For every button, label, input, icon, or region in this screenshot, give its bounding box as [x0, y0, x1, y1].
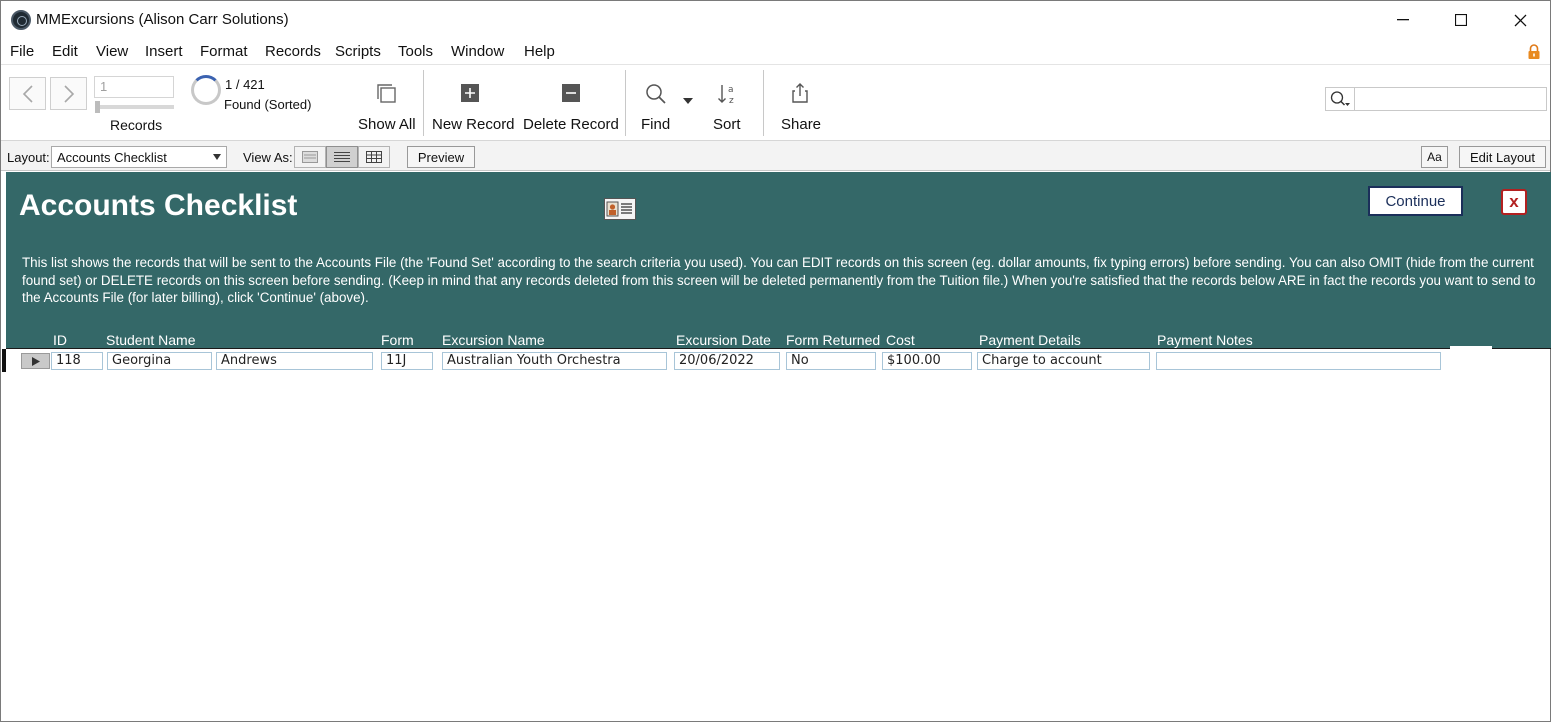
- column-header-student-name: Student Name: [106, 332, 196, 348]
- maximize-icon: [1455, 14, 1467, 26]
- view-as-form-button[interactable]: [294, 146, 326, 168]
- row-tab: [1450, 346, 1492, 349]
- field-payment-details[interactable]: Charge to account: [977, 352, 1150, 370]
- menu-edit[interactable]: Edit: [52, 43, 78, 60]
- toolbar-divider: [763, 70, 764, 136]
- column-header-excursion-name: Excursion Name: [442, 332, 545, 348]
- field-first-name[interactable]: Georgina: [107, 352, 212, 370]
- contact-card-icon[interactable]: [604, 198, 636, 220]
- active-record-indicator: [2, 349, 6, 372]
- menu-records[interactable]: Records: [265, 43, 321, 60]
- close-layout-button[interactable]: x: [1501, 189, 1527, 215]
- menu-tools[interactable]: Tools: [398, 43, 433, 60]
- records-label: Records: [110, 117, 163, 133]
- quick-find-menu-button[interactable]: [1325, 87, 1355, 111]
- record-slider-track[interactable]: [96, 105, 174, 109]
- app-window: MMExcursions (Alison Carr Solutions) Fil…: [0, 0, 1551, 722]
- previous-record-button[interactable]: [9, 77, 46, 110]
- menu-scripts[interactable]: Scripts: [335, 43, 381, 60]
- svg-text:z: z: [729, 96, 734, 106]
- column-header-id: ID: [53, 332, 67, 348]
- minimize-icon: [1397, 19, 1409, 21]
- column-header-excursion-date: Excursion Date: [676, 332, 771, 348]
- next-record-button[interactable]: [50, 77, 87, 110]
- record-number-input[interactable]: 1: [94, 76, 174, 98]
- column-header-cost: Cost: [886, 332, 915, 348]
- delete-record-button[interactable]: Delete Record: [523, 116, 619, 133]
- chevron-left-icon: [22, 84, 33, 103]
- search-icon: [1330, 91, 1350, 106]
- menu-file[interactable]: File: [10, 43, 34, 60]
- toolbar-divider: [625, 70, 626, 136]
- found-status: Found (Sorted): [224, 97, 312, 112]
- share-button[interactable]: Share: [781, 116, 821, 133]
- new-record-button[interactable]: New Record: [432, 116, 515, 133]
- menu-insert[interactable]: Insert: [145, 43, 183, 60]
- continue-button[interactable]: Continue: [1368, 186, 1463, 216]
- form-view-icon: [302, 151, 318, 163]
- field-last-name[interactable]: Andrews: [216, 352, 373, 370]
- chevron-right-icon: [63, 84, 74, 103]
- field-cost[interactable]: $100.00: [882, 352, 972, 370]
- find-dropdown-icon[interactable]: [682, 97, 694, 105]
- maximize-button[interactable]: [1432, 1, 1490, 39]
- view-as-list-button[interactable]: [326, 146, 358, 168]
- title-bar: MMExcursions (Alison Carr Solutions): [1, 1, 1550, 39]
- play-arrow-icon: [31, 356, 40, 366]
- field-id[interactable]: 118: [51, 352, 103, 370]
- view-as-label: View As:: [243, 150, 293, 165]
- minimize-button[interactable]: [1374, 1, 1432, 39]
- layout-bar: Layout: Accounts Checklist View As: Prev…: [1, 140, 1550, 171]
- close-button[interactable]: [1491, 1, 1549, 39]
- menu-bar: File Edit View Insert Format Records Scr…: [1, 39, 1550, 64]
- page-title: Accounts Checklist: [19, 189, 298, 222]
- field-form[interactable]: 11J: [381, 352, 433, 370]
- field-payment-notes[interactable]: [1156, 352, 1441, 370]
- body-divider: [6, 348, 1551, 349]
- table-view-icon: [366, 151, 382, 163]
- chevron-down-icon: [213, 154, 221, 160]
- list-view-icon: [334, 152, 350, 162]
- svg-text:a: a: [728, 85, 734, 95]
- column-header-form-returned: Form Returned: [786, 332, 881, 348]
- app-logo-icon: [11, 10, 31, 30]
- go-to-record-button[interactable]: [21, 353, 50, 369]
- close-icon: [1514, 14, 1526, 26]
- field-excursion-date[interactable]: 20/06/2022: [674, 352, 780, 370]
- lock-icon[interactable]: [1527, 44, 1541, 60]
- record-slider-thumb[interactable]: [95, 101, 100, 113]
- text-formatting-button[interactable]: Aa: [1421, 146, 1448, 168]
- find-button[interactable]: Find: [641, 116, 670, 133]
- show-all-icon[interactable]: [373, 80, 399, 106]
- preview-button[interactable]: Preview: [407, 146, 475, 168]
- menu-window[interactable]: Window: [451, 43, 504, 60]
- column-header-form: Form: [381, 332, 414, 348]
- plus-icon[interactable]: [460, 83, 480, 103]
- column-header-payment-details: Payment Details: [979, 332, 1081, 348]
- quick-find-input[interactable]: [1325, 87, 1547, 111]
- edit-layout-button[interactable]: Edit Layout: [1459, 146, 1546, 168]
- layout-dropdown[interactable]: Accounts Checklist: [51, 146, 227, 168]
- field-excursion-name[interactable]: Australian Youth Orchestra: [442, 352, 667, 370]
- found-set-pie-icon: [191, 75, 221, 105]
- layout-label: Layout:: [7, 150, 50, 165]
- status-toolbar: 1 Records 1 / 421 Found (Sorted) Show Al…: [1, 64, 1550, 140]
- instructions-text: This list shows the records that will be…: [22, 255, 1536, 306]
- record-count: 1 / 421: [225, 77, 265, 92]
- share-icon[interactable]: [790, 81, 810, 105]
- menu-help[interactable]: Help: [524, 43, 555, 60]
- toolbar-divider: [423, 70, 424, 136]
- sort-az-icon[interactable]: az: [717, 82, 739, 106]
- column-header-payment-notes: Payment Notes: [1157, 332, 1253, 348]
- field-form-returned[interactable]: No: [786, 352, 876, 370]
- magnifier-icon[interactable]: [644, 82, 668, 106]
- layout-dropdown-value: Accounts Checklist: [57, 150, 167, 165]
- view-as-table-button[interactable]: [358, 146, 390, 168]
- window-title: MMExcursions (Alison Carr Solutions): [36, 11, 289, 28]
- sort-button[interactable]: Sort: [713, 116, 741, 133]
- minus-icon[interactable]: [561, 83, 581, 103]
- show-all-button[interactable]: Show All: [358, 116, 416, 133]
- menu-format[interactable]: Format: [200, 43, 248, 60]
- menu-view[interactable]: View: [96, 43, 128, 60]
